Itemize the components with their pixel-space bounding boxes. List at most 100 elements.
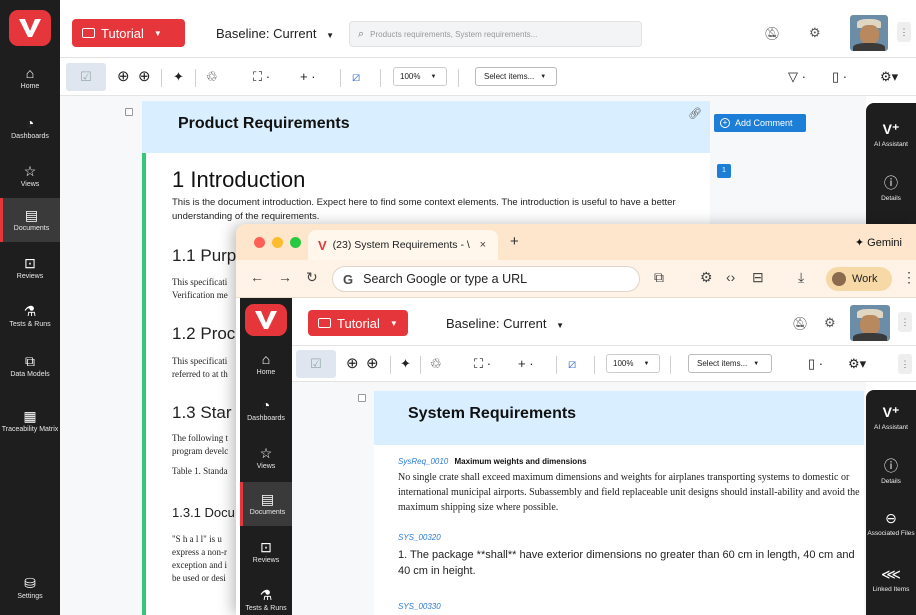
settings-menu-icon[interactable]: ⚙▾ [880,67,898,87]
baseline-selector[interactable]: Baseline: Current ▼ [216,26,334,41]
hierarchy-icon[interactable]: ⛶ · [474,354,491,374]
export-icon[interactable]: ▯ · [832,67,847,87]
details-icon: ⓘ [884,175,898,191]
settings-menu-icon[interactable]: ⚙▾ [848,354,866,374]
avatar[interactable] [850,305,890,341]
toolbar-separator [556,356,557,374]
requirement-id[interactable]: SYS_00330 [398,602,441,611]
filter-icon[interactable]: ▽ · [788,67,806,87]
baseline-selector[interactable]: Baseline: Current ▼ [446,316,564,331]
close-window-button[interactable] [254,237,265,248]
requirement-header[interactable]: SysReq_0010 Maximum weights and dimensio… [398,457,587,466]
profile-chip[interactable]: Work [826,267,892,291]
add-outline-icon[interactable]: ⊕ [366,354,379,374]
gear-icon[interactable]: ⚙ [824,315,836,331]
sidebar-item-tests-runs[interactable]: ⚗ Tests & Runs [0,294,60,338]
project-selector-button[interactable]: Tutorial ▼ [308,310,408,336]
sidebar-item-views[interactable]: ☆ Views [240,436,292,480]
reading-list-icon[interactable]: ⊟ [752,269,764,286]
insert-menu-icon[interactable]: + · [300,67,316,87]
more-menu-icon[interactable]: ⋮ [897,22,911,42]
project-label: Tutorial [101,25,144,41]
ai-sparkle-icon[interactable]: ✦ [173,67,184,87]
requirement-id[interactable]: SysReq_0010 [398,457,448,466]
sidebar-item-dashboards[interactable]: ◔ Dashboards [240,388,292,432]
app-logo[interactable] [245,304,287,336]
forward-arrow-icon[interactable]: → [278,269,292,285]
sidebar-item-traceability-matrix[interactable]: ▦ Traceability Matrix [0,396,60,446]
select-items-dropdown[interactable]: Select items... ▼ [475,67,557,86]
comment-count-badge[interactable]: 1 [717,164,731,178]
documents-icon: ▤ [24,207,39,224]
reload-icon[interactable]: ↻ [306,269,318,286]
requirement-id[interactable]: SYS_00320 [398,533,441,542]
avatar[interactable] [850,15,888,51]
requirement-name: Maximum weights and dimensions [454,457,587,466]
close-tab-icon[interactable]: × [480,239,486,251]
reviews-icon: ⊡ [260,539,272,556]
notifications-off-icon[interactable]: 🔕︎ [764,26,781,42]
back-arrow-icon[interactable]: ← [250,269,264,285]
add-comment-button[interactable]: + Add Comment [714,114,806,132]
search-input[interactable]: ⌕ Products requirements, System requirem… [349,21,642,47]
sidebar-item-views[interactable]: ☆ Views [0,154,60,198]
sidebar-item-reviews[interactable]: ⊡ Reviews [0,246,60,290]
project-selector-button[interactable]: Tutorial ▼ [72,19,185,47]
documents-icon: ▤ [260,491,275,508]
download-icon[interactable]: ⤓ [798,269,804,286]
zoom-select[interactable]: 100% ▼ [393,67,447,86]
associated-files-button[interactable]: ⊖ Associated Files [866,510,916,538]
maximize-window-button[interactable] [290,237,301,248]
notifications-off-icon[interactable]: 🔕︎ [792,316,809,332]
add-filled-icon[interactable]: ⊕ [117,67,130,87]
app-logo[interactable] [9,10,51,46]
gemini-button[interactable]: ✦ Gemini [847,232,910,252]
insert-menu-icon[interactable]: + · [518,354,534,374]
select-all-checkbox[interactable] [358,394,366,402]
more-menu-icon[interactable]: ⋮ [898,312,912,332]
browser-menu-icon[interactable]: ⋮ [902,269,916,286]
export-icon[interactable]: ▯ · [808,354,823,374]
toolbar-separator [420,356,421,374]
recycle-icon[interactable]: ♲ [206,67,218,87]
section-heading: 1.3.1 Docu [172,505,235,520]
recycle-icon[interactable]: ♲ [430,354,442,374]
sidebar-item-documents[interactable]: ▤ Documents [0,198,60,242]
hierarchy-icon[interactable]: ⛶ · [253,67,270,87]
details-button[interactable]: ⓘ Details [866,458,916,486]
sidebar-item-data-models[interactable]: ⧉ Data Models [0,344,60,388]
gear-icon[interactable]: ⚙ [809,25,821,41]
sidebar-item-home[interactable]: ⌂ Home [0,56,60,100]
sidebar-item-documents[interactable]: ▤ Documents [240,482,292,526]
panel-label: Linked Items [872,585,910,593]
extensions-icon[interactable]: ⧉ [654,269,664,286]
zoom-select[interactable]: 100% ▼ [606,354,660,373]
checklist-toggle-icon[interactable]: ☑︎ [66,63,106,91]
details-button[interactable]: ⓘ Details [866,175,916,203]
address-bar[interactable]: G Search Google or type a URL [332,266,640,292]
ai-assistant-button[interactable]: V⁺ AI Assistant [866,404,916,432]
ai-assistant-button[interactable]: V⁺ AI Assistant [866,121,916,149]
minimize-window-button[interactable] [272,237,283,248]
add-outline-icon[interactable]: ⊕ [138,67,151,87]
select-items-dropdown[interactable]: Select items... ▼ [688,354,772,373]
select-all-checkbox[interactable] [125,108,133,116]
sidebar-item-dashboards[interactable]: ◔ Dashboards [0,106,60,150]
ai-sparkle-icon[interactable]: ✦ [400,354,411,374]
code-icon[interactable]: ‹› [726,269,735,285]
browser-tab[interactable]: V (23) System Requirements - \ × [308,230,498,260]
sidebar-item-tests-runs[interactable]: ⚗ Tests & Runs [240,578,292,615]
new-tab-button[interactable]: + [510,233,519,250]
hide-comments-icon[interactable]: ⧄ [352,67,360,87]
checklist-toggle-icon[interactable]: ☑︎ [296,350,336,378]
more-menu-icon[interactable]: ⋮ [898,354,912,374]
sidebar-item-settings[interactable]: ⛁ Settings [0,566,60,610]
hide-comments-icon[interactable]: ⧄ [568,354,576,374]
linked-items-button[interactable]: ⋘ Linked Items [866,566,916,594]
incognito-icon[interactable]: ⚙ [700,269,713,286]
link-icon[interactable]: 🔗︎ [688,107,702,120]
sidebar-item-reviews[interactable]: ⊡ Reviews [240,530,292,574]
sidebar-item-home[interactable]: ⌂ Home [240,342,292,386]
data-models-icon: ⧉ [25,353,35,370]
add-filled-icon[interactable]: ⊕ [346,354,359,374]
